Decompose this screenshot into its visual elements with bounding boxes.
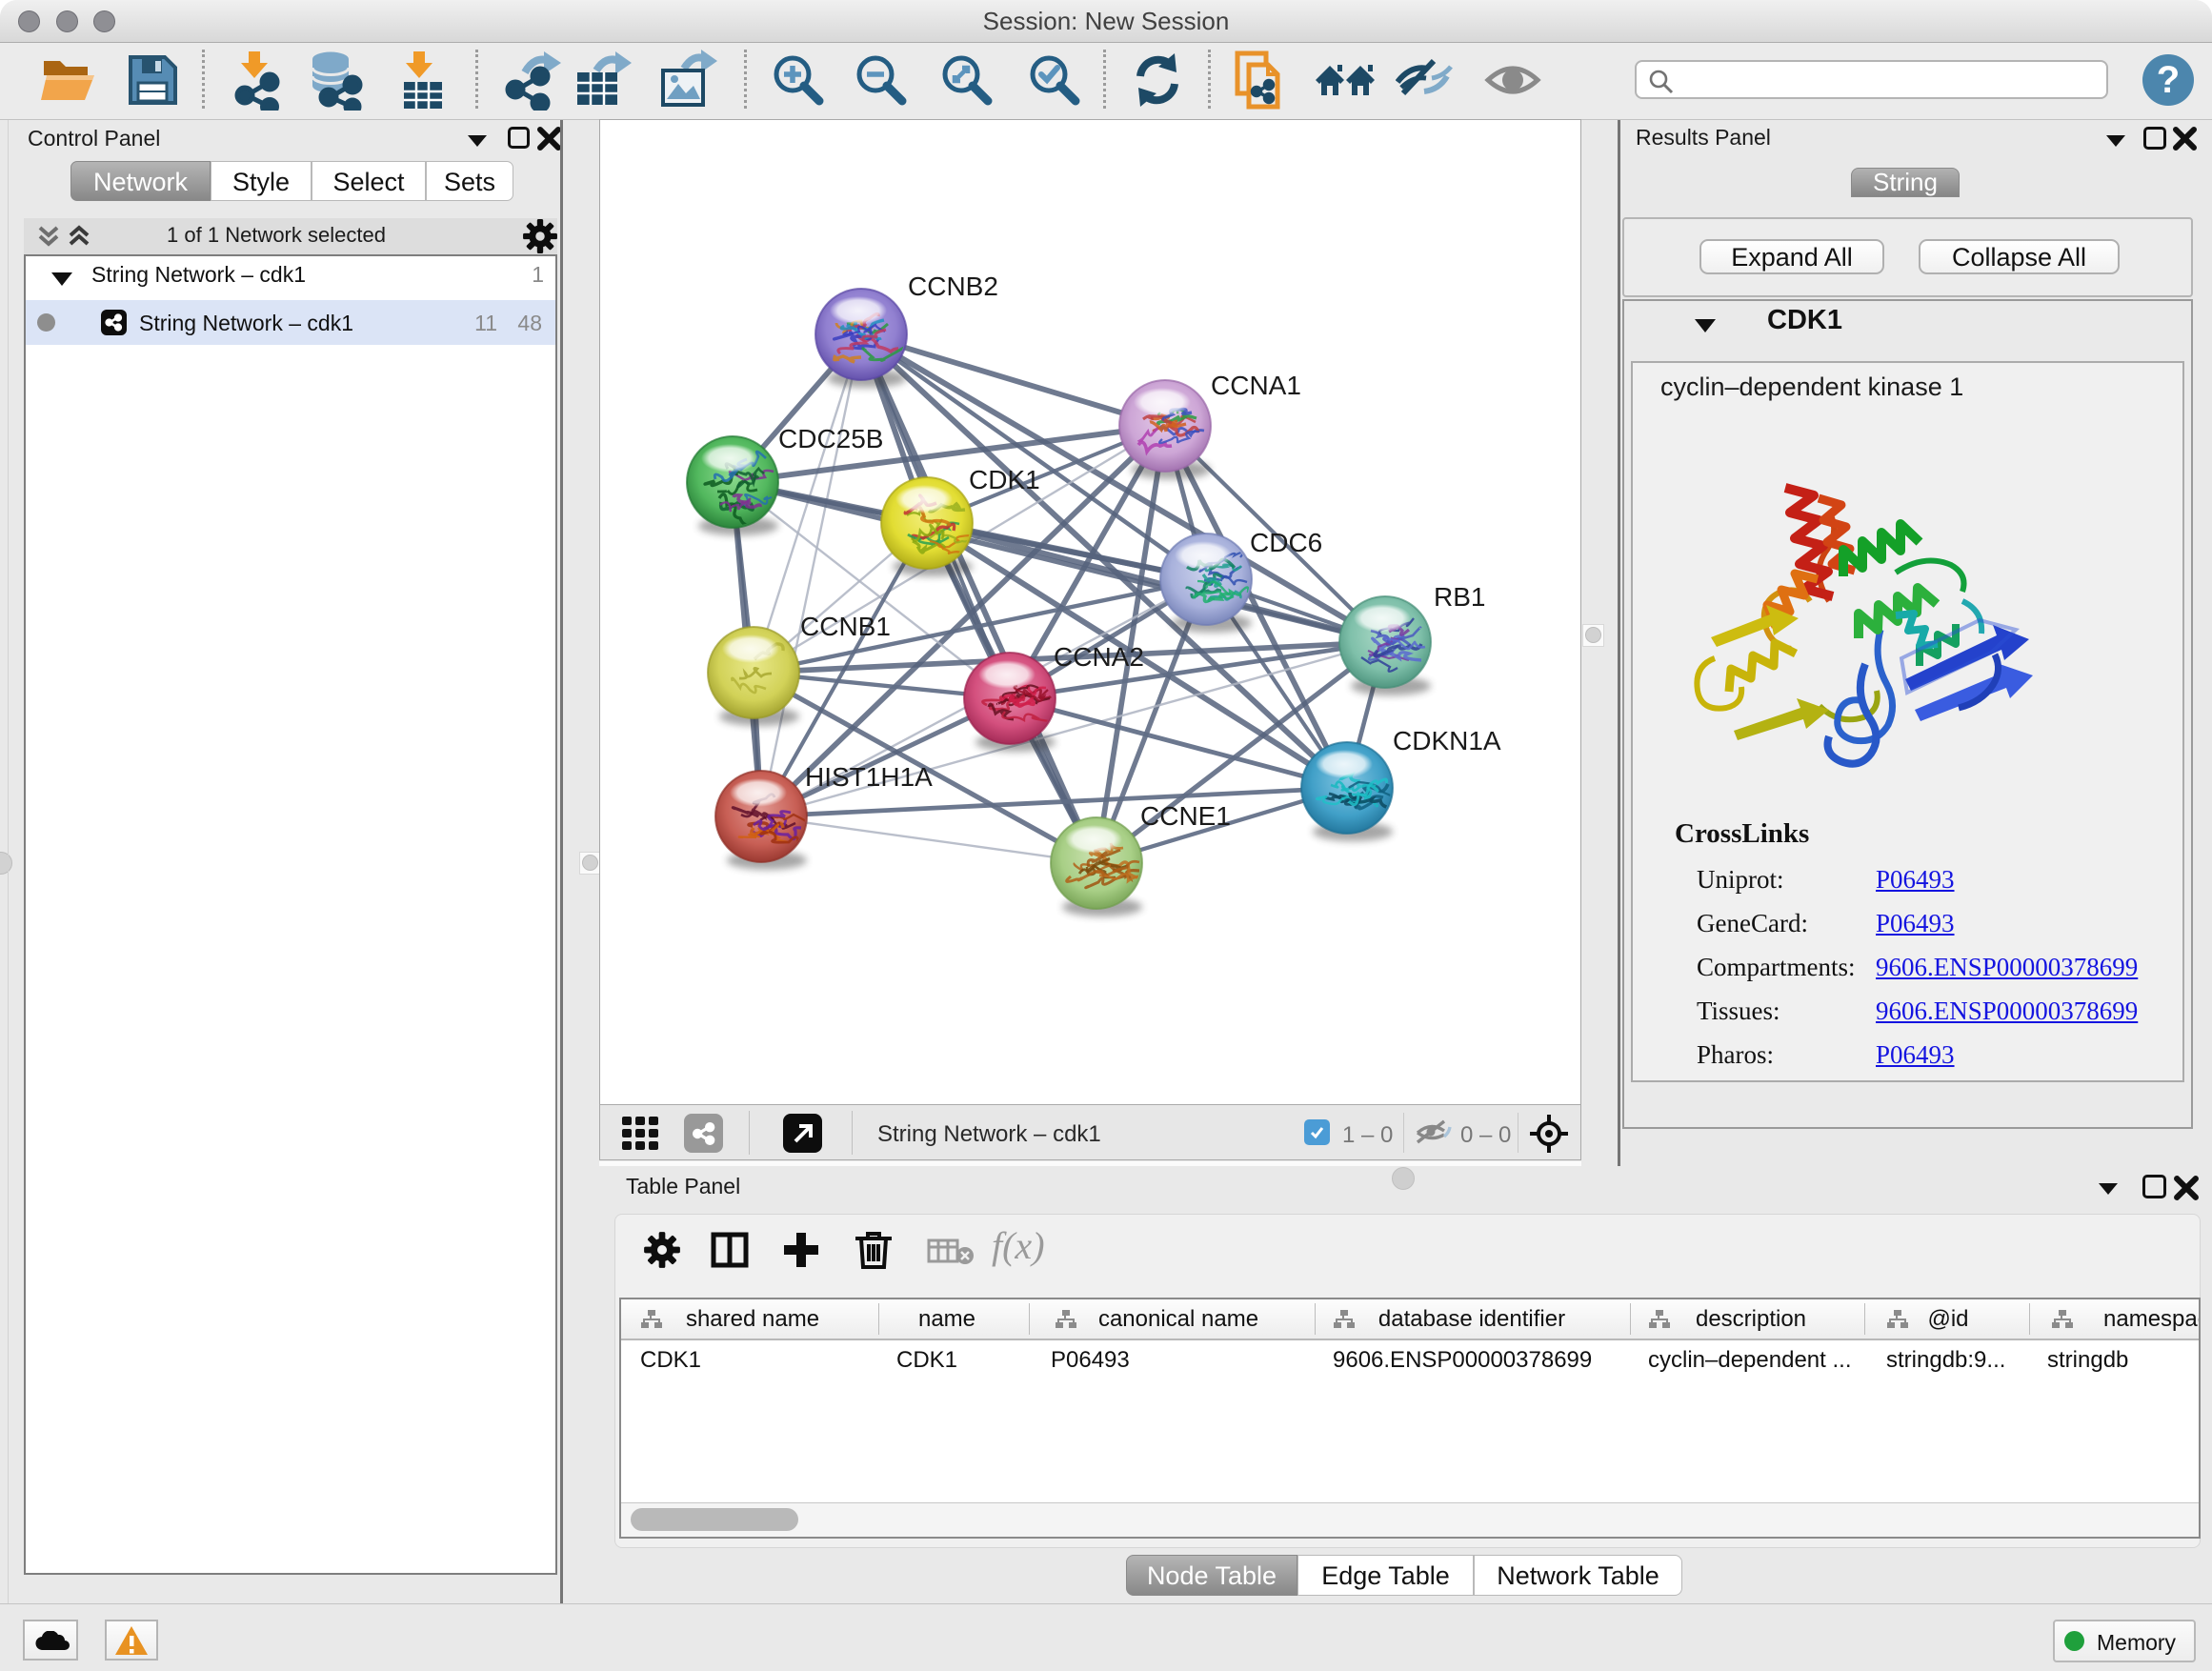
svg-text:CCNA1: CCNA1 xyxy=(1211,371,1301,400)
svg-text:CCNE1: CCNE1 xyxy=(1140,801,1231,831)
svg-text:CCNA2: CCNA2 xyxy=(1054,642,1144,672)
svg-text:CDKN1A: CDKN1A xyxy=(1393,726,1501,755)
svg-text:CCNB1: CCNB1 xyxy=(800,612,891,641)
svg-text:RB1: RB1 xyxy=(1434,582,1485,612)
svg-text:?: ? xyxy=(2157,59,2180,101)
svg-text:HIST1H1A: HIST1H1A xyxy=(805,762,933,792)
svg-text:CDK1: CDK1 xyxy=(969,465,1040,494)
svg-text:CDC6: CDC6 xyxy=(1250,528,1322,557)
svg-text:CDC25B: CDC25B xyxy=(778,424,883,453)
svg-text:CCNB2: CCNB2 xyxy=(908,272,998,301)
